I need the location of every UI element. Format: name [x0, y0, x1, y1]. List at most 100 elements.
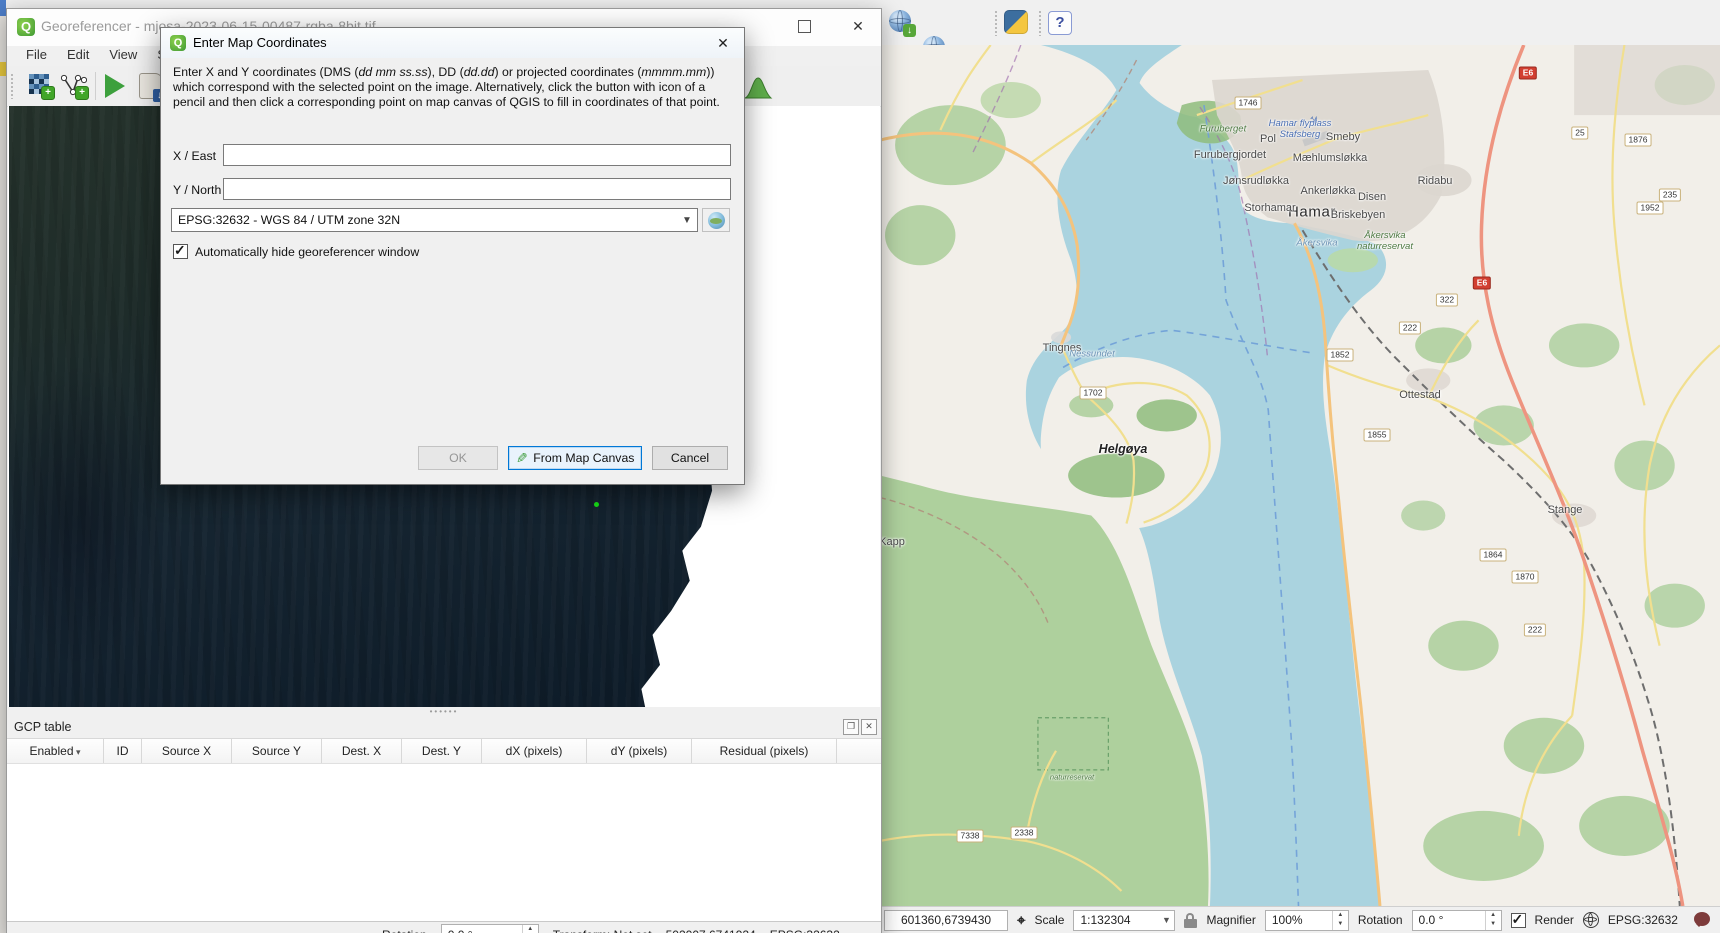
dialog-close-button[interactable] — [702, 28, 744, 58]
map-label: Storhamar — [1244, 202, 1295, 214]
chevron-down-icon[interactable]: ▼ — [1158, 911, 1174, 930]
open-raster-icon[interactable]: + — [29, 74, 53, 98]
route-shield: 2338 — [1011, 827, 1038, 840]
maximize-button[interactable] — [784, 9, 824, 43]
gcp-table-header: EnabledIDSource XSource YDest. XDest. Yd… — [7, 738, 881, 764]
qgis-map-canvas[interactable]: ✈ HamarStorhamarBriskebyenAnkerløkkaMæhl… — [880, 45, 1720, 906]
gcp-column-enabled[interactable]: Enabled — [7, 739, 104, 764]
georef-crs: EPSG:32632 — [770, 928, 840, 933]
statusbar-crs[interactable]: EPSG:32632 — [1608, 913, 1678, 927]
toolbar-grip[interactable] — [994, 10, 998, 36]
map-label: naturreservat — [1050, 773, 1094, 782]
magnifier-spinner[interactable]: 100% ▲▼ — [1265, 910, 1349, 931]
x-east-input[interactable] — [223, 144, 731, 166]
route-shield: E6 — [1519, 67, 1537, 80]
toolbar-grip[interactable] — [1038, 10, 1042, 36]
cancel-button-label: Cancel — [671, 451, 709, 465]
toolbar-separator — [95, 72, 96, 100]
download-osm-data-icon[interactable]: ↓ — [888, 9, 914, 35]
qgis-logo-icon: Q — [170, 35, 186, 51]
gcp-column-source-x[interactable]: Source X — [142, 739, 232, 764]
help-icon[interactable]: ? — [1048, 11, 1072, 35]
render-checkbox[interactable] — [1511, 913, 1526, 928]
map-label: Mæhlumsløkka — [1293, 152, 1368, 164]
route-shield: 222 — [1399, 322, 1421, 335]
gcp-column-dest-y[interactable]: Dest. Y — [402, 739, 482, 764]
route-shield: 1952 — [1637, 202, 1664, 215]
crs-selector-combo[interactable]: EPSG:32632 - WGS 84 / UTM zone 32N ▼ — [171, 208, 698, 232]
y-north-input[interactable] — [223, 178, 731, 200]
cancel-button[interactable]: Cancel — [652, 446, 728, 470]
messages-balloon-icon[interactable] — [1694, 912, 1710, 926]
map-label: Nessundet — [1069, 349, 1114, 360]
gcp-panel-title: GCP table — [7, 720, 71, 734]
route-shield: 1876 — [1625, 134, 1652, 147]
map-label: Smeby — [1326, 131, 1360, 143]
rotation-spinner[interactable]: 0.0 ° ▲▼ — [1412, 910, 1502, 931]
panel-splitter[interactable]: •••••• — [7, 707, 881, 716]
spinner-arrows[interactable]: ▲▼ — [1332, 911, 1348, 930]
gcp-column-id[interactable]: ID — [104, 739, 142, 764]
georef-rotation-label: Rotation — [382, 928, 427, 933]
map-label: Helgøya — [1099, 442, 1148, 456]
map-label: Kapp — [880, 536, 905, 548]
from-map-canvas-button[interactable]: ✎ From Map Canvas — [508, 446, 642, 470]
menu-file[interactable]: File — [17, 46, 56, 66]
menu-view[interactable]: View — [100, 46, 146, 66]
spinner-arrows[interactable]: ▲▼ — [1485, 911, 1501, 930]
spinner-arrows[interactable]: ▲▼ — [522, 925, 538, 933]
pencil-icon: ✎ — [516, 450, 528, 467]
toolbar-grip[interactable] — [10, 73, 14, 99]
gcp-panel-titlebar[interactable]: GCP table — [7, 716, 881, 738]
screen: { "window": { "title": "Georeferencer - … — [0, 0, 1720, 933]
route-shield: 1852 — [1327, 349, 1354, 362]
georef-rotation-value: 0.0 ° — [442, 925, 522, 933]
route-shield: 235 — [1659, 189, 1681, 202]
map-label: Furubergjordet — [1194, 149, 1266, 161]
gcp-column-residual-pixels-[interactable]: Residual (pixels) — [692, 739, 837, 764]
scale-value: 1:132304 — [1074, 913, 1158, 927]
select-crs-button[interactable] — [702, 208, 730, 232]
auto-hide-checkbox[interactable] — [173, 244, 188, 259]
map-label: Furuberget — [1200, 124, 1246, 135]
route-shield: 322 — [1436, 294, 1458, 307]
chevron-down-icon[interactable]: ▼ — [677, 215, 697, 226]
ok-button[interactable]: OK — [418, 446, 498, 470]
python-console-icon[interactable] — [1004, 10, 1028, 34]
add-gcp-point-icon[interactable]: + — [61, 74, 87, 98]
dialog-titlebar[interactable]: Q Enter Map Coordinates — [161, 28, 744, 58]
transform-status: Transform: Not set — [553, 928, 652, 933]
scale-combo[interactable]: 1:132304 ▼ — [1073, 910, 1175, 931]
gcp-column-source-y[interactable]: Source Y — [232, 739, 322, 764]
gcp-column-dx-pixels-[interactable]: dX (pixels) — [482, 739, 587, 764]
map-label: Jønsrudløkka — [1223, 175, 1289, 187]
gcp-column-dest-x[interactable]: Dest. X — [322, 739, 402, 764]
histogram-stretch-icon[interactable] — [743, 72, 773, 105]
map-label: Hamar — [1288, 204, 1336, 221]
gcp-column-filler — [837, 739, 881, 764]
globe-icon — [708, 212, 725, 229]
gcp-panel: GCP table ❐ ✕ EnabledIDSource XSource YD… — [7, 716, 881, 921]
map-label: Åkersvika — [1296, 238, 1337, 249]
route-shield: 1855 — [1364, 429, 1391, 442]
lock-scale-icon[interactable] — [1184, 913, 1197, 928]
gcp-column-dy-pixels-[interactable]: dY (pixels) — [587, 739, 692, 764]
rotation-value: 0.0 ° — [1413, 911, 1485, 930]
map-label: Ankerløkka — [1300, 185, 1355, 197]
menu-edit[interactable]: Edit — [58, 46, 98, 66]
coordinate-box[interactable]: 601360,6739430 — [884, 910, 1008, 931]
crs-globe-icon[interactable] — [1583, 912, 1599, 928]
georef-coordinates: 502007,6741924 — [666, 928, 756, 933]
magnifier-label: Magnifier — [1206, 913, 1255, 927]
close-button[interactable] — [838, 9, 878, 43]
undock-panel-icon[interactable]: ❐ — [843, 719, 859, 735]
coordinate-value: 601360,6739430 — [901, 913, 991, 927]
close-panel-icon[interactable]: ✕ — [861, 719, 877, 735]
gcp-table-body[interactable] — [7, 763, 881, 922]
magnifier-value: 100% — [1266, 911, 1332, 930]
georef-rotation-spinner[interactable]: 0.0 ° ▲▼ — [441, 924, 539, 933]
cursor-position-icon[interactable]: ⌖ — [1017, 912, 1025, 929]
start-georeferencing-icon[interactable] — [105, 74, 125, 98]
qgis-logo-icon: Q — [17, 18, 35, 36]
map-label: Stange — [1548, 504, 1583, 516]
